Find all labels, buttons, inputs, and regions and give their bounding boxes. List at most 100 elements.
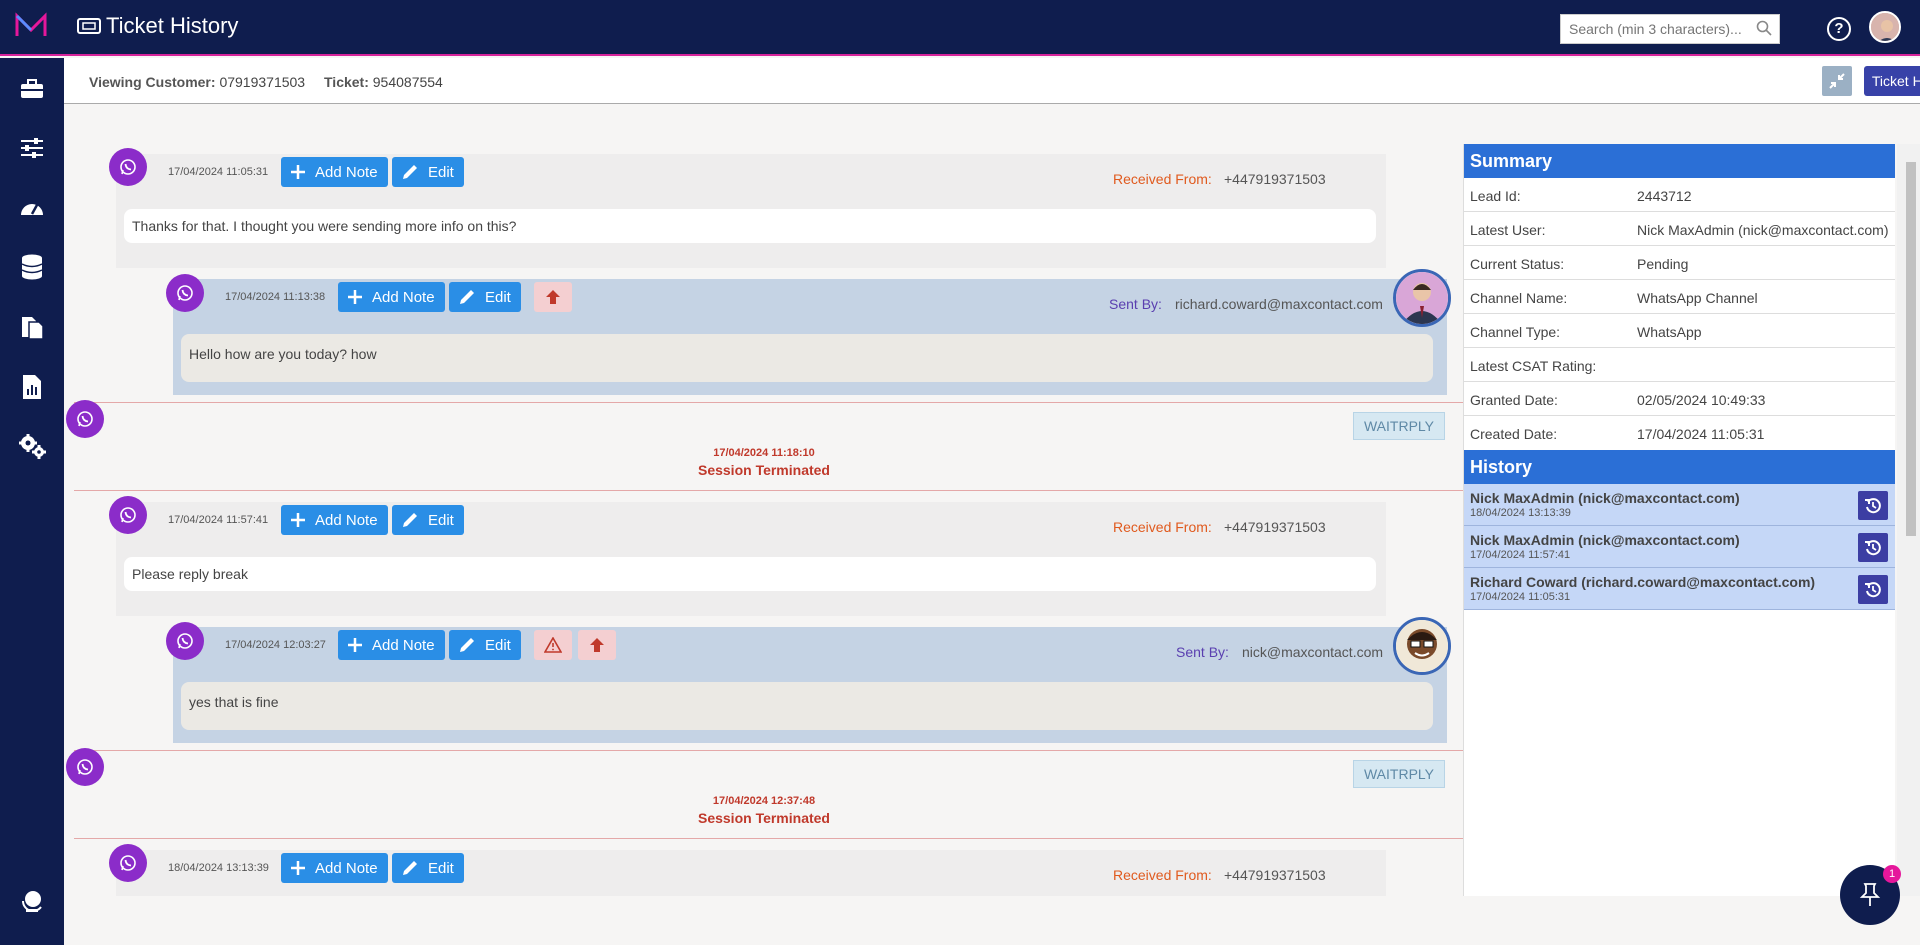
user-avatar[interactable] bbox=[1869, 11, 1901, 43]
sender-phone: +447919371503 bbox=[1224, 867, 1326, 883]
edit-label: Edit bbox=[428, 163, 454, 181]
agent-avatar bbox=[1393, 269, 1451, 327]
arrow-up-icon bbox=[590, 638, 604, 652]
warning-icon bbox=[544, 637, 562, 653]
edit-label: Edit bbox=[428, 511, 454, 529]
briefcase-icon[interactable] bbox=[16, 73, 48, 105]
add-note-button[interactable]: Add Note bbox=[281, 505, 388, 535]
search-icon[interactable] bbox=[1756, 20, 1772, 36]
plus-icon bbox=[348, 638, 362, 652]
history-date: 17/04/2024 11:57:41 bbox=[1470, 549, 1571, 561]
message-text: Thanks for that. I thought you were send… bbox=[124, 209, 1376, 243]
edit-button[interactable]: Edit bbox=[392, 505, 464, 535]
message-time: 17/04/2024 11:13:38 bbox=[225, 291, 326, 303]
sent-by-label: Sent By: bbox=[1176, 644, 1229, 660]
add-note-label: Add Note bbox=[372, 636, 435, 654]
pencil-icon bbox=[403, 513, 417, 527]
whatsapp-icon bbox=[109, 844, 147, 882]
message-time: 17/04/2024 11:05:31 bbox=[168, 166, 269, 178]
maxcontact-logo[interactable] bbox=[14, 12, 48, 42]
ticket-label: Ticket: bbox=[324, 74, 369, 90]
history-restore-button[interactable] bbox=[1858, 491, 1888, 520]
summary-row: Channel Type: WhatsApp bbox=[1464, 314, 1895, 348]
status-badge: WAITRPLY bbox=[1353, 412, 1445, 440]
sliders-icon[interactable] bbox=[16, 132, 48, 164]
add-note-label: Add Note bbox=[315, 859, 378, 877]
edit-button[interactable]: Edit bbox=[392, 853, 464, 883]
add-note-button[interactable]: Add Note bbox=[338, 282, 445, 312]
add-note-label: Add Note bbox=[315, 511, 378, 529]
edit-label: Edit bbox=[428, 859, 454, 877]
edit-label: Edit bbox=[485, 636, 511, 654]
history-user: Nick MaxAdmin (nick@maxcontact.com) bbox=[1470, 532, 1740, 548]
summary-header: Summary bbox=[1464, 144, 1895, 178]
received-message: 17/04/2024 11:05:31 Add Note Edit Receiv… bbox=[116, 154, 1386, 268]
history-user: Nick MaxAdmin (nick@maxcontact.com) bbox=[1470, 490, 1740, 506]
message-text: yes that is fine bbox=[181, 682, 1433, 730]
add-note-button[interactable]: Add Note bbox=[281, 157, 388, 187]
collapse-button[interactable] bbox=[1822, 66, 1852, 96]
scrollbar-thumb[interactable] bbox=[1906, 162, 1916, 536]
plus-icon bbox=[291, 165, 305, 179]
customer-label: Viewing Customer: bbox=[89, 74, 216, 90]
history-icon bbox=[1865, 539, 1881, 555]
edit-button[interactable]: Edit bbox=[449, 282, 521, 312]
database-icon[interactable] bbox=[16, 251, 48, 283]
pencil-icon bbox=[403, 861, 417, 875]
message-time: 18/04/2024 13:13:39 bbox=[168, 862, 269, 874]
history-icon bbox=[1865, 581, 1881, 597]
ticket-details-panel: Summary Lead Id: 2443712 Latest User: Nick… bbox=[1463, 144, 1895, 896]
page-title-text: Ticket History bbox=[106, 13, 239, 38]
received-from-label: Received From: bbox=[1113, 519, 1212, 535]
sent-message: 17/04/2024 11:13:38 Add Note Edit Sent B… bbox=[173, 279, 1447, 395]
history-item: Richard Coward (richard.coward@maxcontac… bbox=[1464, 568, 1895, 610]
customer-value: 07919371503 bbox=[219, 74, 306, 90]
history-user: Richard Coward (richard.coward@maxcontac… bbox=[1470, 574, 1816, 590]
plus-icon bbox=[291, 513, 305, 527]
summary-value: 02/05/2024 10:49:33 bbox=[1637, 392, 1766, 408]
escalate-button[interactable] bbox=[578, 630, 616, 660]
session-divider bbox=[74, 750, 1464, 751]
message-text: Please reply break bbox=[124, 557, 1376, 591]
compress-icon bbox=[1829, 73, 1845, 89]
whatsapp-icon bbox=[109, 148, 147, 186]
customer-info-bar: Viewing Customer: 07919371503 Ticket: 95… bbox=[64, 58, 1920, 104]
settings-cogs-icon[interactable] bbox=[16, 430, 48, 462]
edit-label: Edit bbox=[485, 288, 511, 306]
report-icon[interactable] bbox=[16, 371, 48, 403]
whatsapp-icon bbox=[109, 496, 147, 534]
summary-label: Lead Id: bbox=[1470, 188, 1521, 204]
received-from-label: Received From: bbox=[1113, 171, 1212, 187]
summary-label: Latest CSAT Rating: bbox=[1470, 358, 1597, 374]
escalate-button[interactable] bbox=[534, 282, 572, 312]
history-restore-button[interactable] bbox=[1858, 533, 1888, 562]
dashboard-gauge-icon[interactable] bbox=[16, 192, 48, 224]
plus-icon bbox=[348, 290, 362, 304]
pencil-icon bbox=[460, 638, 474, 652]
ticket-info: Ticket: 954087554 bbox=[324, 74, 443, 90]
help-icon[interactable]: ? bbox=[1827, 17, 1851, 41]
edit-button[interactable]: Edit bbox=[392, 157, 464, 187]
summary-label: Channel Type: bbox=[1470, 324, 1561, 340]
summary-value: 2443712 bbox=[1637, 188, 1692, 204]
documents-icon[interactable] bbox=[16, 311, 48, 343]
add-note-button[interactable]: Add Note bbox=[338, 630, 445, 660]
summary-row: Latest CSAT Rating: bbox=[1464, 348, 1895, 382]
ticket-history-button[interactable]: Ticket History bbox=[1864, 66, 1920, 96]
ticket-value: 954087554 bbox=[372, 74, 443, 90]
globe-icon[interactable] bbox=[16, 885, 48, 917]
ticket-icon bbox=[77, 18, 101, 34]
summary-label: Latest User: bbox=[1470, 222, 1546, 238]
warning-button[interactable] bbox=[534, 630, 572, 660]
pencil-icon bbox=[403, 165, 417, 179]
message-time: 17/04/2024 12:03:27 bbox=[225, 639, 326, 651]
add-note-button[interactable]: Add Note bbox=[281, 853, 388, 883]
history-restore-button[interactable] bbox=[1858, 575, 1888, 604]
received-message: 17/04/2024 11:57:41 Add Note Edit Receiv… bbox=[116, 502, 1386, 616]
history-header: History bbox=[1464, 450, 1895, 484]
summary-row: Channel Name: WhatsApp Channel bbox=[1464, 280, 1895, 314]
search-input[interactable] bbox=[1560, 14, 1780, 44]
edit-button[interactable]: Edit bbox=[449, 630, 521, 660]
summary-label: Created Date: bbox=[1470, 426, 1558, 442]
received-from-label: Received From: bbox=[1113, 867, 1212, 883]
